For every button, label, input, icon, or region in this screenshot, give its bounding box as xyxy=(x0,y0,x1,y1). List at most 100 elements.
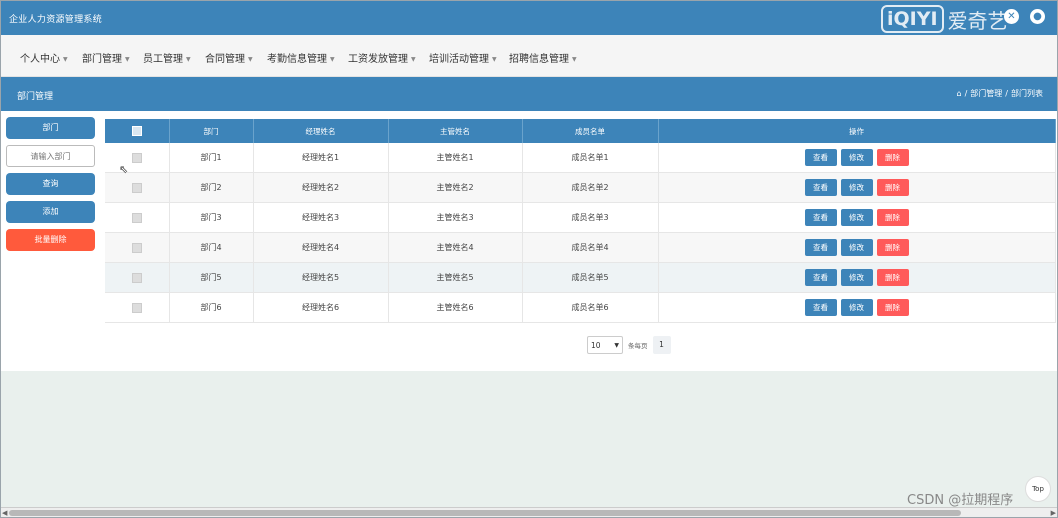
view-button[interactable]: 查看 xyxy=(804,149,837,166)
main-nav: 个人中心 ▼ 部门管理 ▼ 员工管理 ▼ 合同管理 ▼ 考勤信息管理 ▼ 工资发放管理 ▼ … xyxy=(1,35,1057,77)
column-header[interactable]: 主管姓名 xyxy=(388,119,523,143)
breadcrumb-level2: 部门列表 xyxy=(1011,89,1043,98)
edit-button[interactable]: 修改 xyxy=(840,239,873,256)
table-row: 部门6 经理姓名6 主管姓名6 成员名单6 查看 修改 删除 xyxy=(105,292,1056,323)
view-button[interactable]: 查看 xyxy=(804,239,837,256)
edit-button[interactable]: 修改 xyxy=(840,269,873,286)
table-row: 部门4 经理姓名4 主管姓名4 成员名单4 查看 修改 删除 xyxy=(105,232,1056,263)
nav-item-department[interactable]: 部门管理 ▼ xyxy=(82,50,130,65)
user-icon[interactable]: ● xyxy=(1030,9,1045,24)
table-cell: 成员名单2 xyxy=(522,172,659,203)
row-checkbox[interactable] xyxy=(131,212,142,223)
add-button[interactable]: 添加 xyxy=(6,201,95,223)
table-cell: 部门2 xyxy=(169,172,254,203)
title-bar: 企业人力资源管理系统 iQIYI 爱奇艺 ✕ ● xyxy=(1,1,1057,35)
view-button[interactable]: 查看 xyxy=(804,209,837,226)
nav-item-employee[interactable]: 员工管理 ▼ xyxy=(143,50,191,65)
breadcrumb-separator: / xyxy=(1005,89,1008,98)
table-cell: 主管姓名1 xyxy=(388,143,523,173)
chevron-down-icon: ▼ xyxy=(186,55,191,63)
nav-item-recruitment[interactable]: 招聘信息管理 ▼ xyxy=(509,50,577,65)
table-header-row: 部门 经理姓名 主管姓名 成员名单 操作 xyxy=(105,119,1056,143)
chevron-down-icon: ▼ xyxy=(330,55,335,63)
close-icon[interactable]: ✕ xyxy=(1004,9,1019,24)
app-window: 企业人力资源管理系统 iQIYI 爱奇艺 ✕ ● 个人中心 ▼ 部门管理 ▼ 员工管… xyxy=(0,0,1058,518)
csdn-watermark: CSDN @拉期程序 xyxy=(907,493,1014,508)
view-button[interactable]: 查看 xyxy=(804,179,837,196)
pagination: 10 ▼ 条每页 1 xyxy=(587,336,671,354)
table-cell: 部门1 xyxy=(169,143,254,173)
table-cell: 经理姓名4 xyxy=(253,232,389,263)
row-checkbox[interactable] xyxy=(131,182,142,193)
select-all-checkbox[interactable] xyxy=(131,126,142,136)
select-all-header xyxy=(105,119,170,143)
table-cell: 经理姓名3 xyxy=(253,202,389,233)
page-title: 部门管理 xyxy=(17,92,54,102)
table-cell: 主管姓名6 xyxy=(388,292,523,323)
table-cell: 主管姓名4 xyxy=(388,232,523,263)
nav-item-salary[interactable]: 工资发放管理 ▼ xyxy=(348,50,416,65)
chevron-down-icon: ▼ xyxy=(125,55,130,63)
delete-button[interactable]: 删除 xyxy=(876,269,909,286)
table-cell: 成员名单5 xyxy=(522,262,659,293)
table-cell: 部门5 xyxy=(169,262,254,293)
table-row: 部门2 经理姓名2 主管姓名2 成员名单2 查看 修改 删除 xyxy=(105,172,1056,203)
search-panel: 部门 查询 添加 批量删除 xyxy=(6,117,95,257)
delete-button[interactable]: 删除 xyxy=(876,299,909,316)
table-cell: 主管姓名3 xyxy=(388,202,523,233)
chevron-down-icon: ▼ xyxy=(572,55,577,63)
chevron-down-icon: ▼ xyxy=(411,55,416,63)
table-cell: 主管姓名5 xyxy=(388,262,523,293)
watermark-logo: iQIYI xyxy=(881,5,944,33)
horizontal-scrollbar[interactable]: ◀ ▶ xyxy=(1,507,1057,517)
table-cell: 部门6 xyxy=(169,292,254,323)
edit-button[interactable]: 修改 xyxy=(840,149,873,166)
view-button[interactable]: 查看 xyxy=(804,299,837,316)
scrollbar-thumb[interactable] xyxy=(9,510,961,516)
content-area: 部门 查询 添加 批量删除 部门 经理姓名 主管姓名 成员名单 操作 xyxy=(1,111,1057,371)
table-cell: 经理姓名2 xyxy=(253,172,389,203)
scroll-right-icon[interactable]: ▶ xyxy=(1051,508,1056,517)
watermark-text: 爱奇艺 xyxy=(947,8,1008,33)
table-cell: 部门3 xyxy=(169,202,254,233)
breadcrumb-separator: / xyxy=(964,89,968,98)
department-search-input[interactable] xyxy=(6,145,95,167)
table-cell: 成员名单6 xyxy=(522,292,659,323)
delete-button[interactable]: 删除 xyxy=(876,149,909,166)
department-field-label: 部门 xyxy=(6,117,95,139)
row-checkbox[interactable] xyxy=(131,242,142,253)
delete-button[interactable]: 删除 xyxy=(876,209,909,226)
back-to-top-button[interactable]: Top xyxy=(1025,476,1051,502)
batch-delete-button[interactable]: 批量删除 xyxy=(6,229,95,251)
iqiyi-watermark: iQIYI 爱奇艺 xyxy=(881,3,1008,35)
nav-item-contract[interactable]: 合同管理 ▼ xyxy=(205,50,253,65)
row-checkbox[interactable] xyxy=(131,152,142,163)
column-header[interactable]: 部门 xyxy=(169,119,254,143)
breadcrumb-level1[interactable]: 部门管理 xyxy=(970,88,1002,99)
edit-button[interactable]: 修改 xyxy=(840,179,873,196)
nav-item-training[interactable]: 培训活动管理 ▼ xyxy=(429,50,497,65)
query-button[interactable]: 查询 xyxy=(6,173,95,195)
column-header[interactable]: 经理姓名 xyxy=(253,119,389,143)
delete-button[interactable]: 删除 xyxy=(876,239,909,256)
mouse-cursor-icon: ⇖ xyxy=(119,163,129,176)
table-cell: 经理姓名5 xyxy=(253,262,389,293)
chevron-down-icon: ▼ xyxy=(248,55,253,63)
column-header[interactable]: 成员名单 xyxy=(522,119,659,143)
row-checkbox[interactable] xyxy=(131,272,142,283)
table-cell: 经理姓名1 xyxy=(253,143,389,173)
scroll-left-icon[interactable]: ◀ xyxy=(2,508,7,517)
page-number-button[interactable]: 1 xyxy=(652,336,671,354)
row-checkbox[interactable] xyxy=(131,302,142,313)
chevron-down-icon: ▼ xyxy=(63,55,68,63)
table-cell: 部门4 xyxy=(169,232,254,263)
page-size-value: 10 xyxy=(591,340,601,350)
home-icon[interactable]: ⌂ xyxy=(957,89,962,98)
edit-button[interactable]: 修改 xyxy=(840,209,873,226)
page-size-select[interactable]: 10 ▼ xyxy=(587,336,623,354)
view-button[interactable]: 查看 xyxy=(804,269,837,286)
nav-item-profile[interactable]: 个人中心 ▼ xyxy=(20,50,68,65)
edit-button[interactable]: 修改 xyxy=(840,299,873,316)
delete-button[interactable]: 删除 xyxy=(876,179,909,196)
nav-item-attendance[interactable]: 考勤信息管理 ▼ xyxy=(267,50,335,65)
